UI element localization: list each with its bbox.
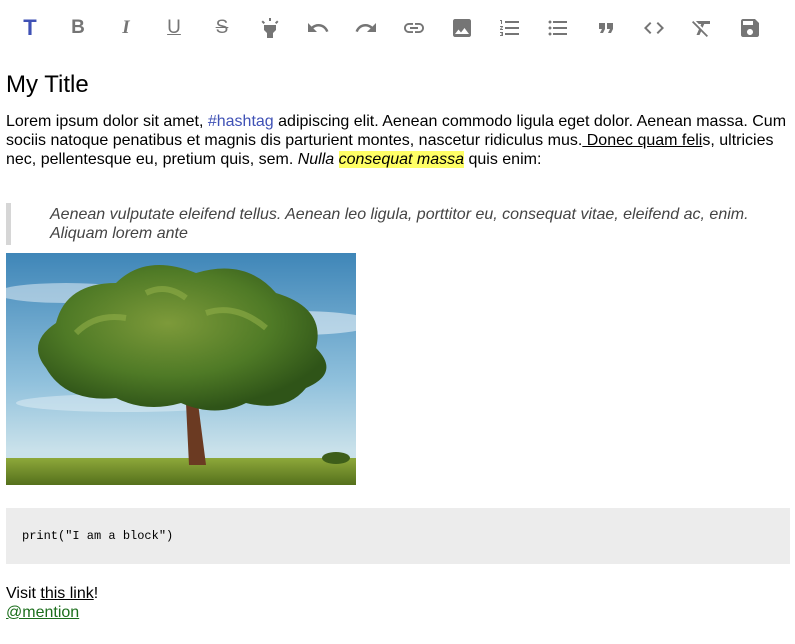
editor-content[interactable]: My Title Lorem ipsum dolor sit amet, #ha… [6, 60, 790, 622]
italic-button[interactable]: I [102, 4, 150, 52]
underline-button[interactable]: U [150, 4, 198, 52]
save-icon [741, 19, 759, 37]
strikethrough-button[interactable]: S [198, 4, 246, 52]
editor-toolbar: T B I U S [6, 4, 774, 52]
bulleted-list-button[interactable] [534, 4, 582, 52]
paragraph-text: Lorem ipsum dolor sit amet, [6, 113, 208, 130]
clear-format-icon [692, 21, 710, 37]
this-link[interactable]: this link [40, 585, 93, 602]
link-icon [404, 23, 424, 33]
title-icon: T [23, 15, 37, 40]
italic-text: Nulla [297, 151, 339, 168]
highlight-button[interactable] [246, 4, 294, 52]
paragraph-text: quis enim: [464, 151, 542, 168]
title-button[interactable]: T [6, 4, 54, 52]
visit-suffix: ! [93, 585, 99, 602]
tree-image[interactable] [6, 253, 356, 485]
bold-button[interactable]: B [54, 4, 102, 52]
body-paragraph: Lorem ipsum dolor sit amet, #hashtag adi… [6, 112, 790, 169]
underlined-text: Donec quam feli [582, 132, 703, 149]
underline-icon: U [167, 17, 181, 38]
redo-icon [355, 23, 376, 32]
undo-button[interactable] [294, 4, 342, 52]
code-button[interactable] [630, 4, 678, 52]
redo-button[interactable] [342, 4, 390, 52]
document-title: My Title [6, 71, 89, 98]
bold-icon: B [71, 17, 85, 38]
highlighted-text: consequat massa [338, 151, 465, 168]
numbered-list-icon [500, 20, 519, 36]
link-button[interactable] [390, 4, 438, 52]
numbered-list-button[interactable] [486, 4, 534, 52]
blockquote: Aenean vulputate eleifend tellus. Aenean… [6, 203, 750, 245]
hashtag[interactable]: #hashtag [208, 113, 274, 130]
clear-format-button[interactable] [678, 4, 726, 52]
code-block: print("I am a block") [6, 508, 790, 564]
mention-link[interactable]: @mention [6, 603, 790, 622]
quote-icon [599, 23, 613, 33]
bulleted-list-icon [548, 20, 567, 36]
visit-line: Visit this link! [6, 584, 790, 603]
image-icon [453, 19, 471, 37]
image-button[interactable] [438, 4, 486, 52]
save-button[interactable] [726, 4, 774, 52]
strikethrough-icon: S [215, 17, 229, 38]
italic-icon: I [122, 17, 130, 38]
quote-button[interactable] [582, 4, 630, 52]
code-icon [644, 22, 664, 34]
visit-prefix: Visit [6, 585, 41, 602]
undo-icon [308, 23, 329, 32]
highlight-icon [261, 18, 279, 38]
